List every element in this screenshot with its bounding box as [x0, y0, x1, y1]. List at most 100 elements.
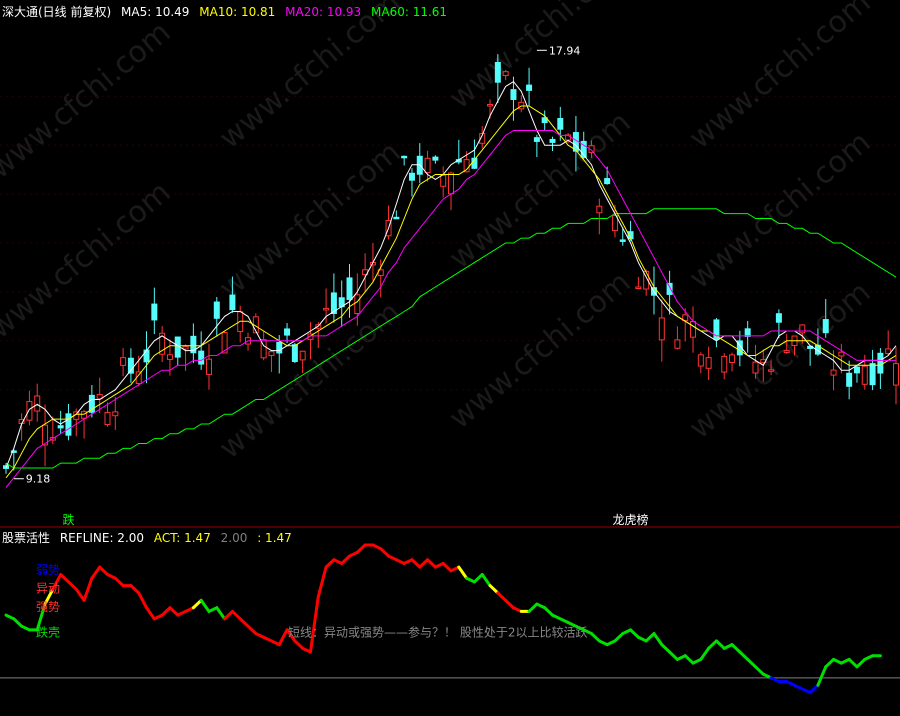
- candle: [518, 95, 525, 113]
- candle: [362, 253, 369, 292]
- watermark-text: www.cfchi.com: [443, 265, 638, 436]
- activity-line-segment: [277, 628, 289, 647]
- activity-line-segment: [223, 609, 234, 621]
- candle: [705, 346, 712, 381]
- activity-line-segment: [129, 584, 141, 595]
- candle: [151, 287, 158, 335]
- value-2-label: 2.00: [220, 531, 248, 545]
- activity-line-segment: [527, 602, 539, 613]
- indicator-level-label: 弱势: [36, 563, 60, 577]
- activity-line-segment: [683, 654, 695, 665]
- watermark-text: www.cfchi.com: [213, 0, 408, 156]
- activity-line-segment: [74, 587, 86, 602]
- activity-line-segment: [808, 683, 820, 695]
- activity-line-segment: [480, 573, 492, 588]
- activity-line-segment: [355, 543, 367, 554]
- activity-line-segment: [543, 606, 554, 617]
- candle: [424, 150, 431, 182]
- ma5-label: MA5: 10.49: [121, 5, 190, 19]
- activity-line-segment: [293, 639, 305, 650]
- activity-line-segment: [714, 639, 726, 650]
- candle: [690, 306, 697, 353]
- candle: [268, 351, 275, 373]
- candle: [143, 331, 150, 384]
- activity-line-segment: [613, 632, 625, 643]
- candle: [18, 413, 25, 441]
- activity-line-segment: [496, 591, 508, 602]
- event-marker: 跌: [62, 512, 74, 527]
- watermark-text: www.cfchi.com: [443, 0, 638, 116]
- activity-line-segment: [215, 606, 227, 621]
- candle: [416, 143, 423, 183]
- activity-line-segment: [59, 573, 70, 584]
- candle: [346, 263, 353, 318]
- candle: [393, 210, 400, 220]
- activity-line-segment: [707, 639, 718, 650]
- candle: [408, 168, 415, 197]
- activity-line-segment: [855, 657, 867, 669]
- activity-line-segment: [730, 643, 742, 654]
- activity-line-segment: [472, 573, 484, 584]
- candle: [448, 171, 454, 211]
- activity-line-segment: [847, 657, 859, 669]
- stock-title: 深大通(日线 前复权): [2, 5, 112, 19]
- candle: [533, 134, 540, 158]
- candle: [205, 343, 212, 390]
- candle: [42, 404, 49, 467]
- candle: [541, 110, 548, 130]
- low-price-label: 9.18: [26, 473, 51, 486]
- activity-line-segment: [441, 561, 453, 573]
- indicator-level-label: 强势: [36, 600, 60, 614]
- activity-line-segment: [66, 580, 78, 591]
- indicator-level-label: 跌壳: [36, 625, 60, 640]
- activity-line-segment: [316, 565, 328, 599]
- candle: [440, 166, 447, 198]
- activity-line-segment: [191, 598, 203, 610]
- candle: [252, 313, 259, 334]
- activity-line-segment: [246, 624, 258, 636]
- candle: [697, 352, 704, 374]
- candle: [190, 323, 197, 364]
- activity-line-segment: [738, 650, 750, 661]
- candle: [775, 309, 782, 339]
- activity-line-segment: [629, 628, 640, 639]
- activity-line-segment: [410, 558, 422, 569]
- activity-line-segment: [457, 565, 469, 580]
- indicator-header: 股票活性 REFLINE: 2.00 ACT: 1.47 2.00 : 1.47: [2, 529, 298, 546]
- candle: [159, 326, 166, 363]
- activity-line-segment: [699, 646, 711, 661]
- candle: [666, 270, 673, 315]
- candle: [650, 266, 657, 315]
- candle: [182, 344, 189, 371]
- candle: [596, 198, 603, 235]
- candle: [104, 402, 111, 427]
- moving-average-lines: [5, 80, 897, 488]
- candle: [65, 404, 72, 441]
- activity-line-segment: [199, 598, 211, 613]
- activity-line-segment: [488, 584, 500, 595]
- activity-line-segment: [137, 591, 149, 610]
- activity-line-segment: [379, 547, 391, 558]
- candle: [853, 365, 860, 383]
- indicator-name: 股票活性: [2, 531, 51, 545]
- activity-line-segment: [238, 617, 250, 628]
- candle: [729, 352, 736, 372]
- activity-line-segment: [824, 657, 836, 669]
- candle: [713, 317, 720, 348]
- stock-chart-canvas: www.cfchi.com www.cfchi.com www.cfchi.com w…: [0, 0, 900, 695]
- candle: [635, 276, 642, 290]
- activity-line-segment: [308, 595, 320, 654]
- activity-line-segment: [816, 665, 828, 687]
- watermark-text: www.cfchi.com: [683, 275, 878, 446]
- ma20-label: MA20: 10.93: [285, 5, 362, 19]
- candle: [721, 353, 728, 380]
- candle: [198, 331, 205, 370]
- candle: [549, 136, 556, 151]
- activity-line-segment: [753, 665, 765, 676]
- candle: [838, 343, 845, 374]
- activity-line-segment: [324, 558, 336, 569]
- high-price-label: 17.94: [549, 44, 581, 57]
- candle: [330, 273, 337, 323]
- candle: [877, 348, 884, 389]
- event-marker: 龙虎榜: [613, 512, 649, 527]
